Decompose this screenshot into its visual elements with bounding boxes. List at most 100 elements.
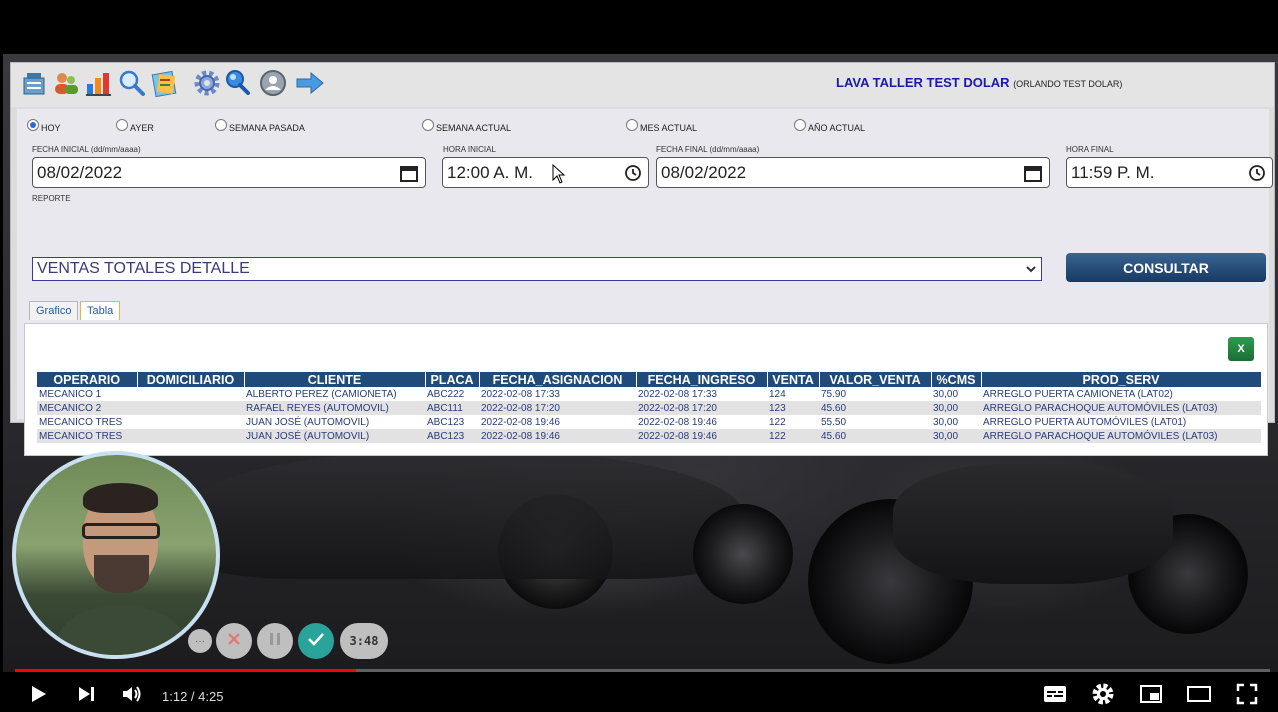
- recorder-cancel-button[interactable]: [216, 623, 252, 659]
- table-cell: JUAN JOSÉ (AUTOMOVIL): [244, 415, 425, 429]
- close-icon: [226, 631, 242, 652]
- users-icon[interactable]: [51, 68, 81, 98]
- time-display: 1:12 / 4:25: [162, 689, 224, 704]
- radio-dot[interactable]: [27, 119, 39, 131]
- report-icon[interactable]: [150, 68, 180, 98]
- fecha-final-label: FECHA FINAL (dd/mm/aaaa): [656, 145, 760, 154]
- table-cell: 123: [767, 401, 819, 415]
- table-cell: ABC111: [425, 401, 479, 415]
- hora-inicial-value: 12:00 A. M.: [447, 162, 533, 182]
- check-icon: [307, 631, 325, 652]
- player-controls: 1:12 / 4:25: [0, 672, 1278, 712]
- bike-body: [893, 464, 1173, 584]
- excel-export-icon[interactable]: X: [1228, 337, 1254, 361]
- radio-ano-actual[interactable]: AÑO ACTUAL: [794, 119, 865, 133]
- table-row: MECANICO TRES JUAN JOSÉ (AUTOMOVIL) ABC123…: [37, 415, 1261, 429]
- radio-dot[interactable]: [116, 119, 128, 131]
- radio-hoy[interactable]: HOY: [27, 119, 61, 133]
- radio-dot[interactable]: [794, 119, 806, 131]
- clock-icon[interactable]: [1248, 163, 1266, 187]
- webcam-avatar: [12, 451, 220, 659]
- avatar-shirt: [56, 605, 186, 655]
- radio-mes-actual[interactable]: MES ACTUAL: [626, 119, 698, 133]
- table-cell: 55.50: [819, 415, 931, 429]
- play-icon[interactable]: [24, 680, 52, 708]
- fecha-inicial-input[interactable]: 08/02/2022: [32, 157, 426, 188]
- radio-ayer[interactable]: AYER: [116, 119, 154, 133]
- miniplayer-icon[interactable]: [1137, 680, 1165, 708]
- table-cell: RAFAEL REYES (AUTOMOVIL): [244, 401, 425, 415]
- volume-icon[interactable]: [118, 680, 146, 708]
- table-cell: JUAN JOSÉ (AUTOMOVIL): [244, 429, 425, 443]
- radio-label: MES ACTUAL: [640, 123, 698, 133]
- search2-icon[interactable]: [223, 68, 253, 98]
- calendar-icon[interactable]: [399, 163, 419, 188]
- table-cell: 75.90: [819, 387, 931, 401]
- recorder-pause-button[interactable]: [257, 623, 293, 659]
- calendar-icon[interactable]: [1023, 163, 1043, 188]
- table-cell: 45.60: [819, 401, 931, 415]
- consultar-button[interactable]: CONSULTAR: [1066, 253, 1266, 282]
- fecha-final-input[interactable]: 08/02/2022: [656, 157, 1050, 188]
- radio-dot[interactable]: [626, 119, 638, 131]
- video-top-bar: [0, 0, 1278, 54]
- table-header-cell: CLIENTE: [244, 372, 426, 387]
- report-form: HOY AYER SEMANA PASADA SEMANA ACTUAL MES…: [17, 109, 1273, 456]
- gear-icon[interactable]: [192, 68, 222, 98]
- table-cell: 2022-02-08 19:46: [479, 429, 636, 443]
- radio-dot[interactable]: [422, 119, 434, 131]
- table-cell: 2022-02-08 19:46: [479, 415, 636, 429]
- table-header-cell: VALOR_VENTA: [819, 372, 932, 387]
- more-label: ···: [195, 635, 205, 647]
- fullscreen-icon[interactable]: [1233, 680, 1261, 708]
- table-cell: 2022-02-08 19:46: [636, 415, 767, 429]
- recorder-timer: 3:48: [340, 623, 388, 659]
- subtitles-icon[interactable]: [1041, 680, 1069, 708]
- search-icon[interactable]: [117, 68, 147, 98]
- table-cell: 30,00: [931, 415, 981, 429]
- chevron-down-icon[interactable]: [1025, 260, 1037, 281]
- table-cell: [137, 429, 244, 443]
- recorder-done-button[interactable]: [298, 623, 334, 659]
- register-icon[interactable]: [19, 68, 49, 98]
- hora-final-value: 11:59 P. M.: [1071, 162, 1155, 182]
- excel-label: X: [1237, 343, 1245, 355]
- table-cell: ARREGLO PARACHOQUE AUTOMÓVILES (LAT03): [981, 401, 1261, 415]
- arrow-right-icon[interactable]: [295, 68, 325, 98]
- hora-inicial-input[interactable]: 12:00 A. M.: [442, 157, 649, 188]
- next-icon[interactable]: [72, 680, 100, 708]
- pause-icon: [268, 631, 282, 652]
- settings-gear-icon[interactable]: [1089, 680, 1117, 708]
- reporte-select[interactable]: VENTAS TOTALES DETALLE: [32, 257, 1042, 281]
- results-table: OPERARIO DOMICILIARIO CLIENTE PLACA FECHA_AS…: [37, 372, 1262, 443]
- table-cell: 45.60: [819, 429, 931, 443]
- radio-semana-actual[interactable]: SEMANA ACTUAL: [422, 119, 512, 133]
- table-cell: ARREGLO PUERTA CAMIONETA (LAT02): [981, 387, 1261, 401]
- table-cell: 2022-02-08 17:33: [479, 387, 636, 401]
- table-cell: [137, 387, 244, 401]
- tab-grafico[interactable]: Grafico: [29, 301, 79, 320]
- table-header-cell: PLACA: [425, 372, 480, 387]
- radio-dot[interactable]: [215, 119, 227, 131]
- clock-icon[interactable]: [624, 163, 642, 187]
- chart-icon[interactable]: [84, 68, 114, 98]
- tab-tabla[interactable]: Tabla: [80, 301, 121, 320]
- timer-label: 3:48: [349, 634, 379, 648]
- theater-mode-icon[interactable]: [1185, 680, 1213, 708]
- table-cell: ABC123: [425, 429, 479, 443]
- toolbar: LAVA TALLER TEST DOLAR (ORLANDO TEST DOL…: [11, 63, 1274, 107]
- hora-final-input[interactable]: 11:59 P. M.: [1066, 157, 1273, 188]
- user-profile-icon[interactable]: [258, 68, 288, 98]
- radio-semana-pasada[interactable]: SEMANA PASADA: [215, 119, 305, 133]
- table-cell: [137, 401, 244, 415]
- car-body: [183, 449, 743, 579]
- hora-inicial-label: HORA INICIAL: [443, 145, 496, 154]
- car-front-wheel: [693, 504, 793, 604]
- table-header-row: OPERARIO DOMICILIARIO CLIENTE PLACA FECHA_AS…: [37, 372, 1262, 387]
- table-cell: MECANICO TRES: [37, 429, 137, 443]
- radio-label: SEMANA ACTUAL: [436, 123, 512, 133]
- radio-label: AYER: [130, 123, 154, 133]
- recorder-more-button[interactable]: ···: [188, 629, 212, 653]
- table-cell: [137, 415, 244, 429]
- table-cell: 122: [767, 415, 819, 429]
